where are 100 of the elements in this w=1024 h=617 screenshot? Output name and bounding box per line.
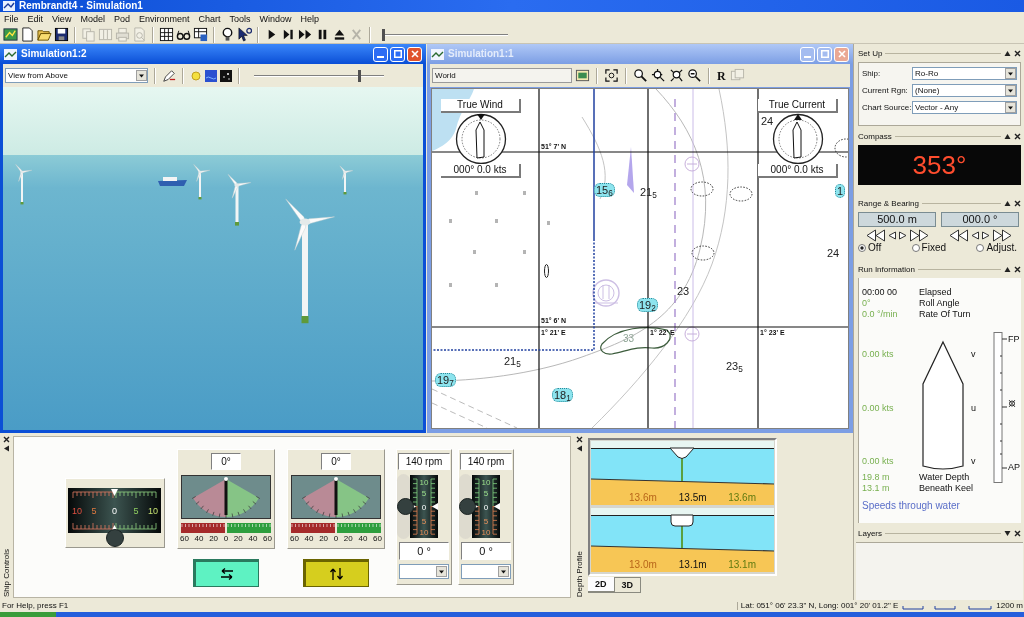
- close-icon[interactable]: [1014, 530, 1021, 537]
- zoom-fit-icon[interactable]: [604, 68, 619, 83]
- back-icon[interactable]: [969, 229, 980, 242]
- zoom-in-icon[interactable]: [633, 68, 648, 83]
- menu-item[interactable]: Help: [300, 14, 319, 24]
- mode-button[interactable]: [193, 559, 259, 587]
- forward-icon[interactable]: [980, 229, 991, 242]
- slider-thumb[interactable]: [382, 28, 385, 41]
- start-button[interactable]: [0, 612, 56, 617]
- pencil-icon[interactable]: [162, 68, 176, 83]
- radio-button[interactable]: Adjust.: [976, 243, 1017, 253]
- app-icon: [3, 1, 15, 11]
- scale-label: 5: [133, 506, 139, 516]
- expand-icon[interactable]: [1004, 530, 1011, 537]
- pointer-icon[interactable]: [237, 27, 252, 42]
- radio-button[interactable]: Off: [858, 243, 882, 253]
- menu-item[interactable]: Edit: [27, 14, 44, 24]
- collapse-icon[interactable]: [1004, 266, 1011, 273]
- dropdown[interactable]: Vector - Any: [912, 101, 1017, 114]
- zoom-out-icon[interactable]: [687, 68, 702, 83]
- scale-label: 0: [483, 503, 489, 512]
- fast-forward-icon[interactable]: [991, 229, 1012, 242]
- r-tool-button[interactable]: R: [716, 69, 727, 82]
- depth-reading: 13.5m: [678, 493, 707, 503]
- fast-forward-icon[interactable]: [908, 229, 929, 242]
- panel-title: Layers: [858, 529, 882, 538]
- collapse-icon[interactable]: [1004, 200, 1011, 207]
- slider-track[interactable]: [382, 28, 508, 41]
- night-icon[interactable]: [220, 69, 232, 82]
- fast-back-icon[interactable]: [865, 229, 886, 242]
- zoom-area-icon[interactable]: [651, 68, 666, 83]
- open-folder-icon[interactable]: [37, 27, 52, 42]
- collapse-icon[interactable]: [1004, 133, 1011, 140]
- scale-label: 40: [248, 535, 258, 543]
- slider-track[interactable]: [254, 69, 384, 82]
- close-icon[interactable]: [1014, 50, 1021, 57]
- scale-label: 10: [419, 478, 429, 487]
- close-icon[interactable]: [3, 436, 10, 443]
- forward-icon[interactable]: [897, 229, 908, 242]
- view-select[interactable]: View from Above: [5, 68, 148, 83]
- radio-button[interactable]: Fixed: [911, 243, 946, 253]
- step-icon[interactable]: [281, 27, 296, 42]
- status-text: For Help, press F1: [2, 602, 69, 610]
- scale-label: 5: [421, 517, 427, 526]
- sea-icon[interactable]: [205, 69, 217, 82]
- panel-title: Range & Bearing: [858, 199, 919, 208]
- close-icon[interactable]: [1014, 200, 1021, 207]
- save-icon[interactable]: [54, 27, 69, 42]
- layer-field[interactable]: World: [432, 68, 572, 83]
- menu-item[interactable]: Chart: [198, 14, 221, 24]
- panel-title: Ship Controls: [2, 548, 11, 597]
- speed-value: 0.00 kts: [862, 456, 895, 467]
- close-icon[interactable]: [1014, 266, 1021, 273]
- collapse-icon[interactable]: [576, 445, 583, 452]
- menu-item[interactable]: Pod: [113, 14, 130, 24]
- depth-sounding: 19$_{7}$: [435, 373, 456, 387]
- zoom-pan-icon[interactable]: [669, 68, 684, 83]
- menu-item[interactable]: Model: [80, 14, 105, 24]
- close-icon[interactable]: [576, 436, 583, 443]
- field-label: Chart Source:: [862, 103, 912, 112]
- bulb-icon[interactable]: [220, 27, 235, 42]
- grid-icon[interactable]: [159, 27, 174, 42]
- dropdown[interactable]: (None): [912, 84, 1017, 97]
- minimize-button[interactable]: [373, 46, 388, 62]
- scale-label: 0: [223, 535, 229, 543]
- thruster-knob[interactable]: [106, 529, 124, 547]
- mode-button[interactable]: [303, 559, 369, 587]
- speed-value: 0.00 kts: [862, 402, 895, 414]
- tab[interactable]: 2D: [588, 577, 614, 593]
- scale-label: 60: [180, 535, 189, 543]
- bearing-readout: 000.0 °: [941, 212, 1019, 227]
- collapse-icon[interactable]: [3, 445, 10, 452]
- eject-icon[interactable]: [332, 27, 347, 42]
- dropdown[interactable]: Ro-Ro: [912, 67, 1017, 80]
- close-button[interactable]: [407, 46, 422, 62]
- close-icon: [837, 50, 846, 58]
- depth-value: 13.1 m: [862, 483, 891, 494]
- collapse-icon[interactable]: [1004, 50, 1011, 57]
- chart-icon[interactable]: [3, 27, 18, 42]
- table-icon[interactable]: [193, 27, 208, 42]
- fast-back-icon[interactable]: [948, 229, 969, 242]
- fast-forward-icon[interactable]: [298, 27, 313, 42]
- angle-readout: 0 °: [461, 542, 511, 560]
- scale-label: 10: [481, 528, 491, 537]
- menu-item[interactable]: View: [52, 14, 72, 24]
- menu-item[interactable]: Environment: [138, 14, 190, 24]
- slider-thumb[interactable]: [358, 69, 362, 82]
- depth-sounding: 24: [761, 115, 774, 127]
- menu-item[interactable]: Tools: [229, 14, 251, 24]
- close-icon[interactable]: [1014, 133, 1021, 140]
- rpm-readout: 140 rpm: [398, 453, 450, 470]
- tab[interactable]: 3D: [613, 577, 642, 593]
- menu-item[interactable]: Window: [259, 14, 292, 24]
- range-readout: 500.0 m: [858, 212, 936, 227]
- new-file-icon[interactable]: [20, 27, 35, 42]
- chart-frame-icon[interactable]: [575, 68, 590, 83]
- back-icon[interactable]: [886, 229, 897, 242]
- maximize-button[interactable]: [390, 46, 405, 62]
- menu-item[interactable]: File: [4, 14, 19, 24]
- scale-label: 20: [319, 535, 329, 543]
